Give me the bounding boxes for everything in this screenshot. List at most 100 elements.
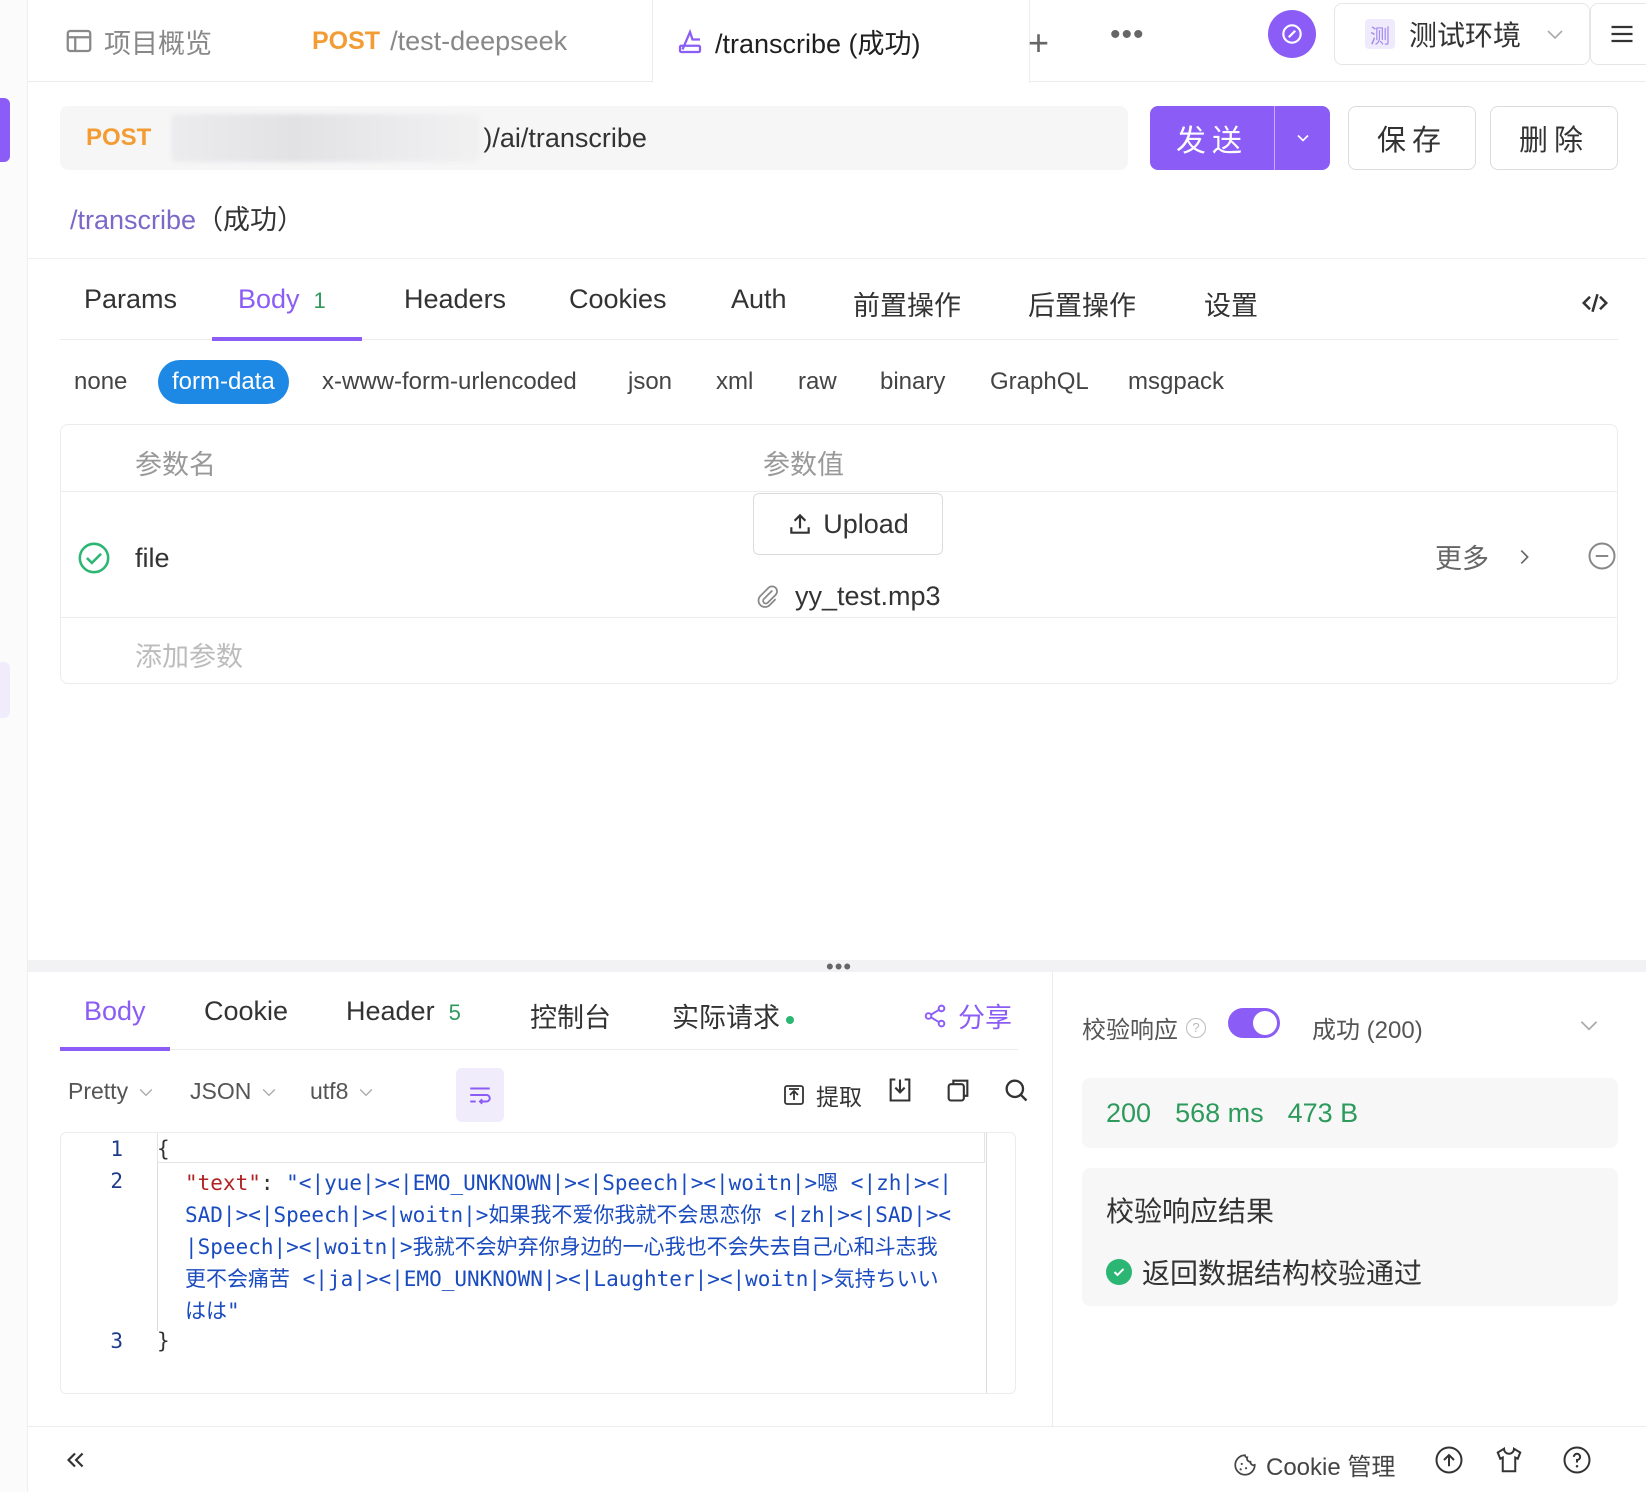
param-name[interactable]: file — [135, 543, 170, 574]
pretty-select[interactable]: Pretty — [68, 1078, 156, 1105]
download-icon[interactable] — [886, 1076, 914, 1104]
upload-circle-icon[interactable] — [1434, 1445, 1464, 1475]
body-type-none[interactable]: none — [74, 368, 127, 396]
environment-select[interactable]: 测 测试环境 — [1334, 3, 1590, 65]
line-number: 1 — [110, 1137, 123, 1161]
status-bar: Cookie 管理 — [28, 1426, 1646, 1492]
delete-button[interactable]: 删除 — [1490, 106, 1618, 170]
tab-project-overview[interactable]: 项目概览 — [64, 0, 212, 82]
request-name[interactable]: /transcribe（成功） — [70, 198, 304, 237]
attached-file[interactable]: yy_test.mp3 — [755, 581, 941, 612]
status-code: 200 — [1106, 1097, 1152, 1128]
response-metrics: 200 568 ms 473 B — [1082, 1078, 1618, 1148]
encoding-select[interactable]: utf8 — [310, 1078, 376, 1105]
tab-settings[interactable]: 设置 — [1204, 284, 1258, 323]
tab-console[interactable]: 控制台 — [530, 996, 611, 1035]
upload-label: Upload — [823, 508, 909, 539]
chevron-down-icon[interactable] — [1576, 1012, 1602, 1038]
chevron-right-icon — [1520, 549, 1529, 564]
code-icon[interactable] — [1580, 288, 1610, 318]
add-param-input[interactable]: 添加参数 — [135, 635, 243, 674]
body-type-xml[interactable]: xml — [716, 368, 753, 396]
upload-icon — [790, 513, 810, 534]
row-divider — [61, 617, 1617, 618]
main-menu-button[interactable] — [1590, 3, 1646, 65]
toggle-knob — [1253, 1011, 1277, 1035]
tab-response-body[interactable]: Body — [84, 996, 146, 1027]
tab-body[interactable]: Body 1 — [238, 284, 326, 315]
line-highlight — [157, 1133, 985, 1163]
column-header-name: 参数名 — [135, 450, 216, 480]
scrollbar-track[interactable] — [986, 1133, 987, 1393]
line-number: 3 — [110, 1329, 123, 1353]
left-rail — [0, 0, 28, 1492]
body-type-json[interactable]: json — [628, 368, 672, 396]
tab-actual-request[interactable]: 实际请求 — [672, 996, 794, 1035]
word-wrap-button[interactable] — [456, 1068, 504, 1122]
result-line: 返回数据结构校验通过 — [1106, 1252, 1422, 1292]
tab-cookies[interactable]: Cookies — [569, 284, 667, 315]
method-select[interactable]: POST — [86, 124, 151, 152]
tab-response-cookie[interactable]: Cookie — [204, 996, 288, 1027]
indent-guide — [157, 1163, 158, 1331]
body-type-urlencoded[interactable]: x-www-form-urlencoded — [322, 368, 577, 396]
json-select[interactable]: JSON — [190, 1078, 279, 1105]
tab-transcribe[interactable]: /transcribe (成功) — [652, 0, 1030, 83]
body-type-msgpack[interactable]: msgpack — [1128, 368, 1224, 396]
url-input[interactable]: POST )/ai/transcribe — [60, 106, 1128, 170]
extract-button[interactable]: 提取 — [782, 1078, 862, 1112]
tab-bar: 项目概览 POST /test-deepseek /transcribe (成功… — [28, 0, 1646, 83]
result-title: 校验响应结果 — [1106, 1196, 1275, 1227]
layout-icon — [66, 29, 92, 53]
tab-headers[interactable]: Headers — [404, 284, 506, 315]
cookie-manager-button[interactable]: Cookie 管理 — [1232, 1447, 1395, 1482]
shirt-icon[interactable] — [1494, 1445, 1524, 1475]
wrap-icon — [470, 1087, 491, 1105]
search-icon[interactable] — [1002, 1076, 1030, 1104]
column-header-value: 参数值 — [763, 450, 844, 480]
extract-icon — [784, 1085, 804, 1105]
request-name-suffix: （成功） — [196, 205, 305, 235]
response-tabs: Body Cookie Header 5 控制台 实际请求 分享 — [60, 972, 1018, 1051]
save-button[interactable]: 保存 — [1348, 106, 1476, 170]
body-type-form-data[interactable]: form-data — [158, 360, 289, 404]
tab-auth[interactable]: Auth — [731, 284, 787, 315]
tab-actual-request-label: 实际请求 — [672, 1003, 780, 1033]
tab-pre-processors[interactable]: 前置操作 — [853, 284, 961, 323]
validation-toggle[interactable] — [1228, 1008, 1280, 1038]
active-tab-underline — [60, 1047, 170, 1051]
remove-row-icon[interactable] — [1587, 541, 1617, 571]
copy-icon[interactable] — [944, 1076, 972, 1104]
divider — [1052, 972, 1053, 1426]
tab-post-processors[interactable]: 后置操作 — [1028, 284, 1136, 323]
enabled-check-icon[interactable] — [77, 541, 111, 575]
tab-test-deepseek[interactable]: POST /test-deepseek — [312, 0, 567, 82]
tab-response-header[interactable]: Header 5 — [346, 996, 461, 1027]
send-dropdown[interactable] — [1275, 128, 1330, 148]
params-table: 参数名 参数值 file Upload yy_test.mp3 更多 添加参数 — [60, 424, 1618, 684]
help-icon[interactable] — [1562, 1445, 1592, 1475]
validation-status[interactable]: 成功 (200) — [1312, 1010, 1423, 1045]
extract-label: 提取 — [816, 1084, 862, 1110]
more-tabs-icon[interactable]: ••• — [1110, 18, 1145, 52]
body-type-graphql[interactable]: GraphQL — [990, 368, 1089, 396]
more-button[interactable]: 更多 — [1435, 537, 1535, 576]
tab-params[interactable]: Params — [84, 284, 177, 315]
collapse-sidebar-icon[interactable] — [62, 1447, 88, 1473]
paperclip-icon — [757, 584, 778, 608]
url-path: )/ai/transcribe — [483, 122, 647, 153]
tab-label: /transcribe (成功) — [715, 29, 921, 59]
response-body-viewer[interactable]: 1 2 3 { "text": "<|yue|><|EMO_UNKNOWN|><… — [60, 1132, 1016, 1394]
upload-button[interactable]: Upload — [753, 493, 943, 555]
new-tab-button[interactable]: + — [1028, 22, 1049, 64]
share-button[interactable]: 分享 — [922, 996, 1012, 1035]
body-type-binary[interactable]: binary — [880, 368, 945, 396]
code-string: "<|yue|><|EMO_UNKNOWN|><|Speech|><|woitn… — [185, 1171, 952, 1323]
body-type-raw[interactable]: raw — [798, 368, 837, 396]
sync-button[interactable] — [1268, 10, 1316, 58]
help-icon[interactable]: ? — [1186, 1017, 1206, 1038]
tab-header-label: Header — [346, 996, 435, 1026]
send-button-group: 发送 — [1150, 106, 1330, 170]
divider — [28, 258, 1646, 259]
send-button[interactable]: 发送 — [1150, 116, 1274, 160]
